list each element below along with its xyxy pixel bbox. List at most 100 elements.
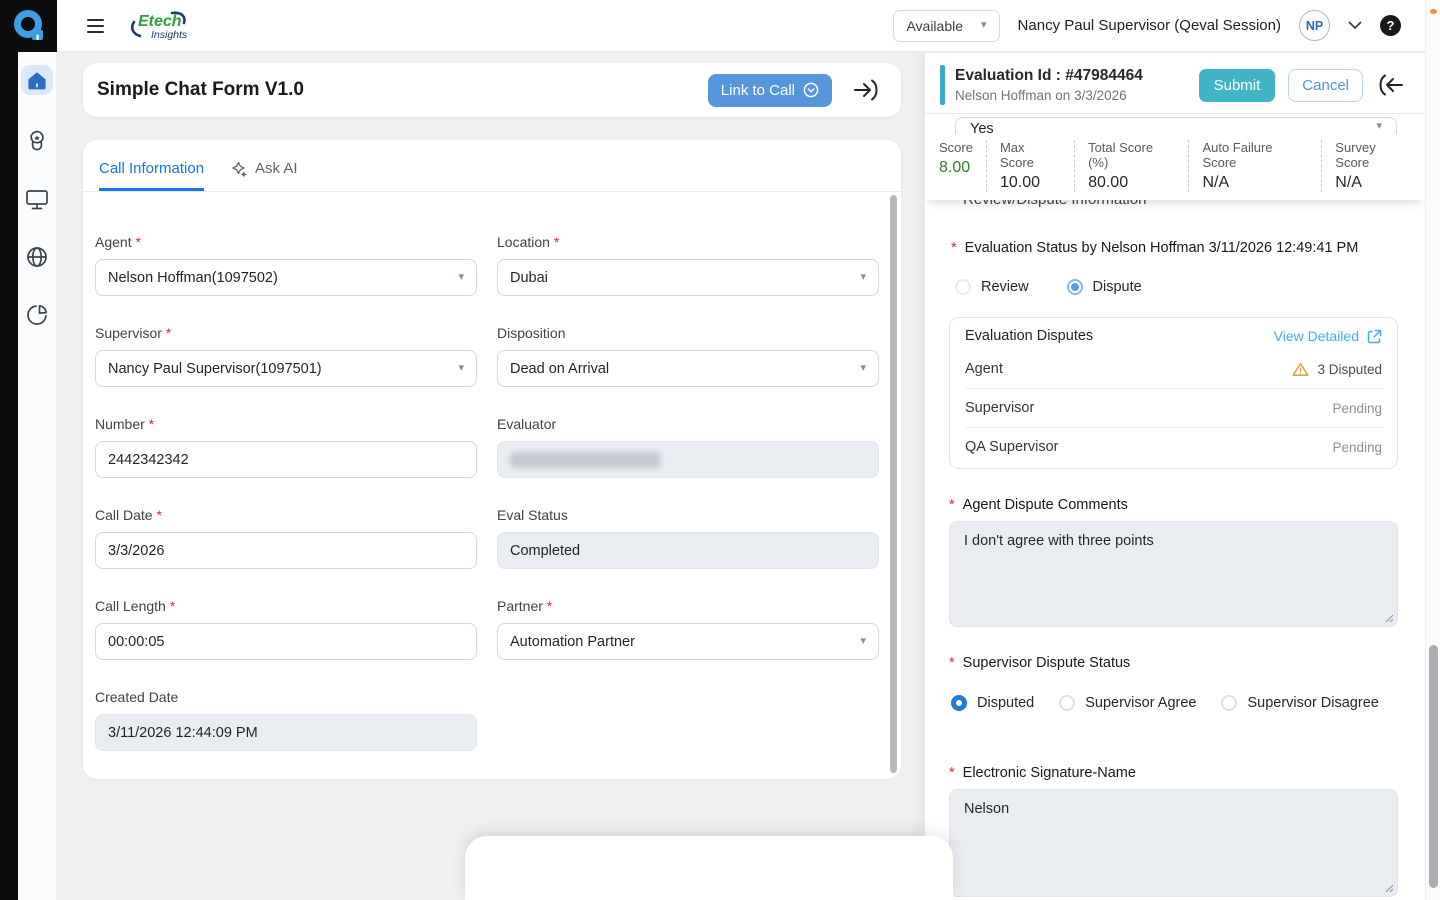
electronic-signature-textarea[interactable]: Nelson	[949, 789, 1398, 897]
field-location: Location Dubai ▾	[497, 234, 879, 296]
sidebar-item-web[interactable]	[25, 245, 49, 269]
resize-handle-icon[interactable]	[1385, 884, 1394, 893]
call-length-input[interactable]: 00:00:05	[95, 623, 477, 660]
collapse-panel-arrow-icon[interactable]	[852, 77, 879, 103]
availability-select[interactable]: Available ▾	[893, 10, 999, 42]
left-rail	[0, 0, 18, 900]
required-asterisk: *	[951, 240, 957, 256]
form-title-card: Simple Chat Form V1.0 Link to Call	[83, 63, 901, 117]
supervisor-dispute-options: Disputed Supervisor Agree Supervisor Dis…	[951, 695, 1398, 711]
field-label: Location	[497, 234, 879, 250]
required-asterisk: *	[949, 765, 955, 781]
monitor-icon	[25, 188, 49, 211]
max-score-item: Max Score 10.00	[986, 140, 1074, 192]
sidebar-item-desktop[interactable]	[25, 188, 49, 211]
q-logo-icon	[13, 9, 45, 43]
supervisor-dispute-status-label: *Supervisor Dispute Status	[949, 655, 1398, 671]
sidebar-item-reports[interactable]	[25, 303, 49, 327]
icon-sidebar	[18, 52, 57, 900]
field-partner: Partner Automation Partner ▾	[497, 598, 879, 660]
dispute-row-qa-supervisor: QA Supervisor Pending	[965, 428, 1382, 466]
submit-button[interactable]: Submit	[1199, 69, 1276, 102]
cancel-button[interactable]: Cancel	[1288, 69, 1363, 102]
eval-status-field: Completed	[497, 532, 879, 569]
radio-circle	[1059, 695, 1075, 711]
number-input[interactable]: 2442342342	[95, 441, 477, 478]
disposition-select[interactable]: Dead on Arrival ▾	[497, 350, 879, 387]
resize-handle-icon[interactable]	[1385, 614, 1394, 623]
sparkle-icon	[232, 161, 248, 177]
field-label: Number	[95, 416, 477, 432]
availability-value: Available	[906, 18, 963, 34]
partner-select[interactable]: Automation Partner ▾	[497, 623, 879, 660]
evaluation-status-heading: *Evaluation Status by Nelson Hoffman 3/1…	[951, 240, 1398, 256]
help-icon[interactable]: ?	[1380, 15, 1401, 36]
disputes-title: Evaluation Disputes	[965, 328, 1093, 344]
redacted-value	[510, 452, 660, 468]
survey-score-item: Survey Score N/A	[1321, 140, 1425, 192]
accent-bar	[940, 65, 945, 105]
field-number: Number 2442342342	[95, 416, 477, 478]
agent-badge-icon	[25, 129, 49, 154]
field-label: Supervisor	[95, 325, 477, 341]
hamburger-menu-icon[interactable]	[87, 19, 104, 33]
external-link-icon	[1367, 329, 1382, 344]
chevron-down-icon[interactable]	[1348, 21, 1362, 30]
call-date-input[interactable]: 3/3/2026	[95, 532, 477, 569]
chevron-down-icon: ▾	[1376, 121, 1382, 132]
evaluation-body: Review/Dispute Information *Evaluation S…	[925, 191, 1425, 897]
evaluation-header: Evaluation Id : #47984464 Nelson Hoffman…	[925, 53, 1425, 114]
required-asterisk: *	[949, 655, 955, 671]
dispute-row-supervisor: Supervisor Pending	[965, 389, 1382, 428]
agent-dispute-comments-textarea[interactable]: I don't agree with three points	[949, 521, 1398, 627]
home-icon	[21, 65, 53, 95]
chevron-down-icon: ▾	[458, 272, 464, 283]
agent-select[interactable]: Nelson Hoffman(1097502) ▾	[95, 259, 477, 296]
radio-circle	[955, 279, 971, 295]
bottom-popup-panel[interactable]	[465, 836, 953, 900]
total-score-item: Total Score (%) 80.00	[1074, 140, 1188, 192]
radio-review[interactable]: Review	[955, 279, 1029, 295]
chevron-down-icon: ▾	[860, 272, 866, 283]
form-scrollbar[interactable]	[890, 195, 897, 773]
tab-call-information[interactable]: Call Information	[99, 160, 204, 191]
required-asterisk: *	[949, 497, 955, 513]
avatar[interactable]: NP	[1299, 10, 1330, 41]
score-summary-bar: Score 8.00 Max Score 10.00 Total Score (…	[925, 134, 1425, 200]
radio-circle	[951, 695, 967, 711]
page-title: Simple Chat Form V1.0	[97, 79, 304, 101]
field-evaluator: Evaluator	[497, 416, 879, 478]
chevron-down-icon: ▾	[860, 636, 866, 647]
qeval-app: Etech Insights Available ▾ Nancy Paul Su…	[0, 0, 1440, 900]
radio-disputed[interactable]: Disputed	[951, 695, 1034, 711]
view-detailed-link[interactable]: View Detailed	[1274, 328, 1382, 344]
field-agent: Agent Nelson Hoffman(1097502) ▾	[95, 234, 477, 296]
location-select[interactable]: Dubai ▾	[497, 259, 879, 296]
created-date-field: 3/11/2026 12:44:09 PM	[95, 714, 477, 751]
link-to-call-button[interactable]: Link to Call	[708, 74, 832, 107]
sidebar-item-home[interactable]	[21, 65, 53, 95]
scroll-marker-dot	[1430, 9, 1437, 14]
sidebar-item-agents[interactable]	[25, 129, 49, 154]
radio-supervisor-agree[interactable]: Supervisor Agree	[1059, 695, 1196, 711]
qeval-logo[interactable]	[0, 0, 57, 52]
chevron-circle-icon	[803, 82, 819, 98]
tab-ask-ai[interactable]: Ask AI	[232, 160, 298, 191]
evaluation-panel: Evaluation Id : #47984464 Nelson Hoffman…	[925, 53, 1425, 900]
evaluation-meta: Nelson Hoffman on 3/3/2026	[955, 88, 1143, 103]
evaluation-disputes-card: Evaluation Disputes View Detailed Agent	[949, 317, 1398, 469]
pie-chart-icon	[25, 303, 49, 327]
page-scrollbar[interactable]	[1425, 0, 1440, 900]
field-call-length: Call Length 00:00:05	[95, 598, 477, 660]
scrollbar-thumb[interactable]	[1429, 645, 1438, 888]
radio-supervisor-disagree[interactable]: Supervisor Disagree	[1221, 695, 1378, 711]
back-arrow-icon[interactable]	[1378, 72, 1405, 98]
chevron-down-icon: ▾	[981, 20, 987, 31]
supervisor-select[interactable]: Nancy Paul Supervisor(1097501) ▾	[95, 350, 477, 387]
globe-icon	[25, 245, 49, 269]
agent-dispute-comments-label: *Agent Dispute Comments	[949, 497, 1398, 513]
chevron-down-icon: ▾	[458, 363, 464, 374]
radio-dispute[interactable]: Dispute	[1067, 279, 1142, 295]
form-fields: Agent Nelson Hoffman(1097502) ▾ Location…	[83, 192, 901, 751]
topbar-right: Available ▾ Nancy Paul Supervisor (Qeval…	[893, 10, 1401, 42]
